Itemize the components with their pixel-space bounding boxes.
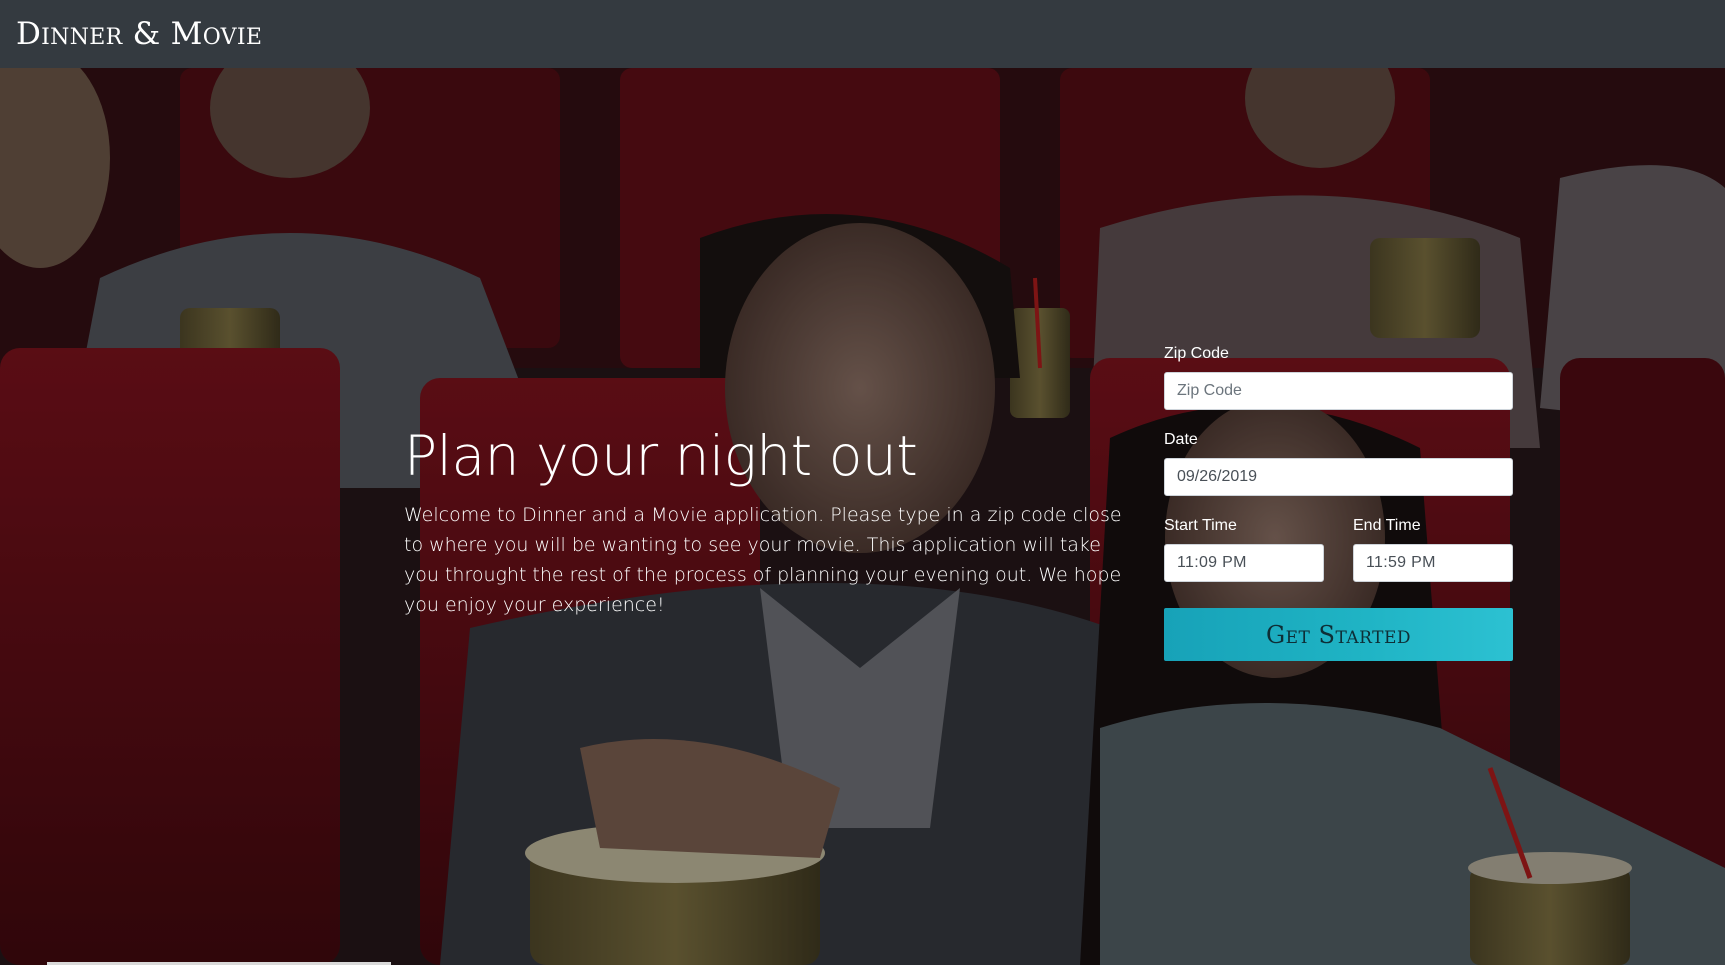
plan-form: Zip Code Date Start Time End Time Get St… — [1164, 345, 1513, 661]
start-time-group: Start Time — [1164, 517, 1324, 582]
hero-section: Plan your night out Welcome to Dinner an… — [0, 68, 1725, 965]
zip-label: Zip Code — [1164, 345, 1229, 362]
zip-group: Zip Code — [1164, 345, 1513, 410]
end-time-group: End Time — [1353, 517, 1513, 582]
zip-code-input[interactable] — [1164, 372, 1513, 410]
get-started-button[interactable]: Get Started — [1164, 608, 1513, 661]
page-title: Plan your night out — [404, 424, 918, 488]
start-time-input[interactable] — [1164, 544, 1324, 582]
start-time-label: Start Time — [1164, 517, 1237, 534]
date-group: Date — [1164, 431, 1513, 496]
end-time-input[interactable] — [1353, 544, 1513, 582]
brand-logo[interactable]: Dinner & Movie — [16, 16, 262, 52]
time-row: Start Time End Time — [1164, 517, 1513, 582]
date-input[interactable] — [1164, 458, 1513, 496]
intro-block: Plan your night out Welcome to Dinner an… — [404, 424, 1134, 620]
navbar: Dinner & Movie — [0, 0, 1725, 68]
intro-description: Welcome to Dinner and a Movie applicatio… — [404, 504, 1122, 616]
date-label: Date — [1164, 431, 1198, 448]
end-time-label: End Time — [1353, 517, 1421, 534]
